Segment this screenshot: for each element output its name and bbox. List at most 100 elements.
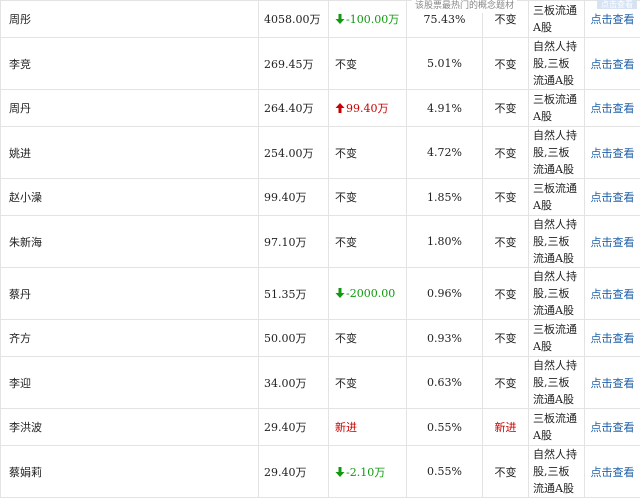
holding-status-cell: 新进 (483, 409, 529, 446)
shares-held: 97.10万 (264, 236, 307, 249)
shareholder-table: 周彤4058.00万-100.00万75.43%不变三板流通A股点击查看李竞26… (0, 0, 640, 498)
view-details-link[interactable]: 点击查看 (591, 332, 635, 345)
table-row: 李迎34.00万不变0.63%不变自然人持股,三板流通A股点击查看 (1, 357, 640, 409)
concept-tooltip: 该股票最热门的概念题材 (412, 0, 517, 13)
holding-status-cell: 不变 (483, 357, 529, 409)
view-details-link[interactable]: 点击查看 (591, 421, 635, 434)
shares-held: 269.45万 (264, 58, 314, 71)
share-type: 自然人持股,三板流通A股 (533, 448, 577, 495)
view-details-link[interactable]: 点击查看 (591, 58, 635, 71)
shares-held: 29.40万 (264, 421, 307, 434)
shares-held: 4058.00万 (264, 13, 321, 26)
share-type: 三板流通A股 (533, 412, 577, 442)
holding-ratio-cell: 4.91% (407, 90, 483, 127)
holding-ratio-cell: 0.55% (407, 409, 483, 446)
table-row: 周彤4058.00万-100.00万75.43%不变三板流通A股点击查看 (1, 1, 640, 38)
shares-change-value: 99.40万 (346, 102, 389, 115)
holding-ratio: 5.01% (427, 57, 462, 70)
share-type: 自然人持股,三板流通A股 (533, 270, 577, 317)
view-details-link-cell[interactable]: 点击查看 (585, 38, 640, 90)
shares-change-cell: 不变 (329, 127, 407, 179)
holder-name: 朱新海 (9, 236, 42, 249)
table-row: 李竞269.45万不变5.01%不变自然人持股,三板流通A股点击查看 (1, 38, 640, 90)
view-details-link-cell[interactable]: 点击查看 (585, 268, 640, 320)
shares-held-cell: 4058.00万 (259, 1, 329, 38)
share-type-cell: 三板流通A股 (529, 1, 585, 38)
shares-change-cell: -2000.00 (329, 268, 407, 320)
share-type: 自然人持股,三板流通A股 (533, 359, 577, 406)
holding-status-cell: 不变 (483, 38, 529, 90)
view-details-link-cell[interactable]: 点击查看 (585, 320, 640, 357)
table-row: 齐方 50.00万 不变 0.93% 不变 三板流通A股 点击查看 (1, 320, 640, 357)
share-type: 自然人持股,三板流通A股 (533, 40, 577, 87)
holder-name-cell: 李竞 (1, 38, 259, 90)
share-type: 三板流通A股 (533, 323, 577, 353)
holding-status: 不变 (495, 236, 517, 249)
shares-change-value: 不变 (335, 236, 357, 249)
holder-name-cell: 蔡娟莉 (1, 446, 259, 498)
table-row: 姚进254.00万不变4.72%不变自然人持股,三板流通A股点击查看 (1, 127, 640, 179)
shares-change-value: 不变 (335, 377, 357, 390)
holder-name-cell: 蔡丹 (1, 268, 259, 320)
view-details-link[interactable]: 点击查看 (591, 13, 635, 26)
shares-change-value: 不变 (335, 332, 357, 345)
holder-name-cell: 齐方 (1, 320, 259, 357)
shares-held: 99.40万 (264, 191, 307, 204)
share-type-cell: 三板流通A股 (529, 320, 585, 357)
shares-change-value: 不变 (335, 191, 357, 204)
shares-held-cell: 34.00万 (259, 357, 329, 409)
view-details-link[interactable]: 点击查看 (591, 288, 635, 301)
share-type: 三板流通A股 (533, 93, 577, 123)
share-type: 自然人持股,三板流通A股 (533, 129, 577, 176)
view-details-link[interactable]: 点击查看 (591, 102, 635, 115)
holding-ratio: 75.43% (424, 13, 466, 26)
view-details-link-cell[interactable]: 点击查看 (585, 216, 640, 268)
holding-ratio: 0.93% (427, 332, 462, 345)
holder-name: 姚进 (9, 147, 31, 160)
shares-change-cell: -100.00万 (329, 1, 407, 38)
view-details-link-cell[interactable]: 点击查看 (585, 179, 640, 216)
holder-name-cell: 李洪波 (1, 409, 259, 446)
view-details-link-cell[interactable]: 点击查看 (585, 409, 640, 446)
holding-ratio-cell: 0.63% (407, 357, 483, 409)
shares-held: 254.00万 (264, 147, 314, 160)
holding-ratio: 0.63% (427, 376, 462, 389)
shares-change-cell: -2.10万 (329, 446, 407, 498)
holder-name: 赵小澡 (9, 191, 42, 204)
holding-ratio: 0.96% (427, 287, 462, 300)
arrow-down-icon (335, 288, 345, 298)
share-type-cell: 三板流通A股 (529, 179, 585, 216)
holding-ratio-cell: 1.85% (407, 179, 483, 216)
shares-change-cell: 新进 (329, 409, 407, 446)
holding-status: 不变 (495, 288, 517, 301)
holding-status-cell: 不变 (483, 127, 529, 179)
shares-held: 50.00万 (264, 332, 307, 345)
view-details-link-cell[interactable]: 点击查看 (585, 357, 640, 409)
view-details-button-partial[interactable]: 点击查看 (597, 0, 637, 9)
holder-name: 李迎 (9, 377, 31, 390)
view-details-link[interactable]: 点击查看 (591, 191, 635, 204)
share-type: 自然人持股,三板流通A股 (533, 218, 577, 265)
holder-name: 周彤 (9, 13, 31, 26)
shares-held-cell: 97.10万 (259, 216, 329, 268)
share-type: 三板流通A股 (533, 4, 577, 34)
holding-status: 不变 (495, 332, 517, 345)
view-details-link-cell[interactable]: 点击查看 (585, 127, 640, 179)
view-details-link[interactable]: 点击查看 (591, 236, 635, 249)
view-details-link[interactable]: 点击查看 (591, 147, 635, 160)
view-details-link[interactable]: 点击查看 (591, 377, 635, 390)
shares-held-cell: 29.40万 (259, 446, 329, 498)
holding-status: 不变 (495, 377, 517, 390)
shares-held-cell: 99.40万 (259, 179, 329, 216)
view-details-link-cell[interactable]: 点击查看 (585, 90, 640, 127)
shares-held-cell: 51.35万 (259, 268, 329, 320)
holding-ratio-cell: 5.01% (407, 38, 483, 90)
holder-name: 齐方 (9, 332, 31, 345)
share-type: 三板流通A股 (533, 182, 577, 212)
holding-ratio-cell: 0.96% (407, 268, 483, 320)
holder-name: 李洪波 (9, 421, 42, 434)
shares-change-value: -100.00万 (346, 13, 399, 26)
shares-change-value: 新进 (335, 421, 357, 434)
shares-held-cell: 254.00万 (259, 127, 329, 179)
view-details-link-cell[interactable]: 点击查看 (585, 446, 640, 498)
